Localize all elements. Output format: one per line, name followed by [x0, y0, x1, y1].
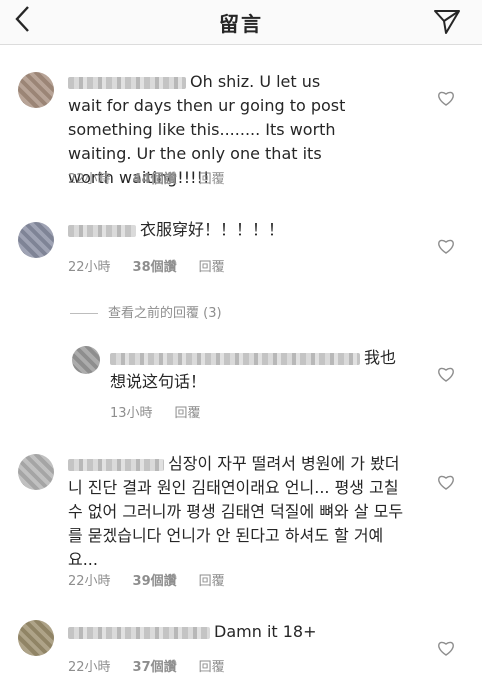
- reply-button[interactable]: 回覆: [175, 406, 201, 421]
- like-count[interactable]: 39個讚: [133, 574, 177, 589]
- view-previous-replies-button[interactable]: 查看之前的回覆 (3): [70, 302, 222, 321]
- avatar[interactable]: [18, 620, 54, 656]
- timestamp: 22小時: [68, 172, 111, 187]
- comment-meta: 22小時 44個讚 回覆: [68, 168, 247, 187]
- comment-meta: 22小時 39個讚 回覆: [68, 570, 247, 589]
- reply-button[interactable]: 回覆: [199, 260, 225, 275]
- divider: [70, 313, 98, 314]
- reply-button[interactable]: 回覆: [199, 660, 225, 675]
- reply-button[interactable]: 回覆: [199, 574, 225, 589]
- avatar[interactable]: [18, 222, 54, 258]
- heart-icon[interactable]: [437, 366, 455, 382]
- reply-item: 我也想说这句话！ 13小時 回覆: [0, 340, 482, 424]
- like-count[interactable]: 37個讚: [133, 660, 177, 675]
- avatar[interactable]: [18, 72, 54, 108]
- comment-meta: 22小時 38個讚 回覆: [68, 256, 247, 275]
- avatar[interactable]: [72, 346, 100, 374]
- username-blurred[interactable]: [68, 626, 210, 639]
- paper-plane-icon[interactable]: [432, 6, 464, 36]
- comment-text: 심장이 자꾸 떨려서 병원에 가 봤더니 진단 결과 원인 김태연이래요 언니.…: [68, 454, 404, 569]
- heart-icon[interactable]: [437, 640, 455, 656]
- comment-text: Damn it 18+: [68, 620, 408, 644]
- username-blurred[interactable]: [68, 224, 136, 237]
- heart-icon[interactable]: [437, 238, 455, 254]
- comment-item: 심장이 자꾸 떨려서 병원에 가 봤더니 진단 결과 원인 김태연이래요 언니.…: [0, 446, 482, 589]
- comment-text: 我也想说这句话！: [110, 348, 397, 391]
- like-count[interactable]: 38個讚: [133, 260, 177, 275]
- top-bar: 留言: [0, 0, 482, 45]
- username-blurred[interactable]: [68, 76, 186, 89]
- comment-text: 衣服穿好！！！！！: [68, 218, 408, 242]
- heart-icon[interactable]: [437, 474, 455, 490]
- comment-meta: 13小時 回覆: [110, 402, 223, 421]
- username-blurred[interactable]: [68, 458, 164, 471]
- comment-item: Oh shiz. U let us wait for days then ur …: [0, 60, 482, 190]
- timestamp: 22小時: [68, 660, 111, 675]
- reply-button[interactable]: 回覆: [199, 172, 225, 187]
- page-title: 留言: [219, 12, 263, 36]
- username-blurred[interactable]: [110, 352, 360, 365]
- timestamp: 13小時: [110, 406, 153, 421]
- comment-item: Damn it 18+ 22小時 37個讚 回覆: [0, 612, 482, 678]
- heart-icon[interactable]: [437, 90, 455, 106]
- comment-item: 衣服穿好！！！！！ 22小時 38個讚 回覆: [0, 212, 482, 282]
- like-count[interactable]: 44個讚: [133, 172, 177, 187]
- comment-meta: 22小時 37個讚 回覆: [68, 656, 247, 675]
- timestamp: 22小時: [68, 260, 111, 275]
- avatar[interactable]: [18, 454, 54, 490]
- timestamp: 22小時: [68, 574, 111, 589]
